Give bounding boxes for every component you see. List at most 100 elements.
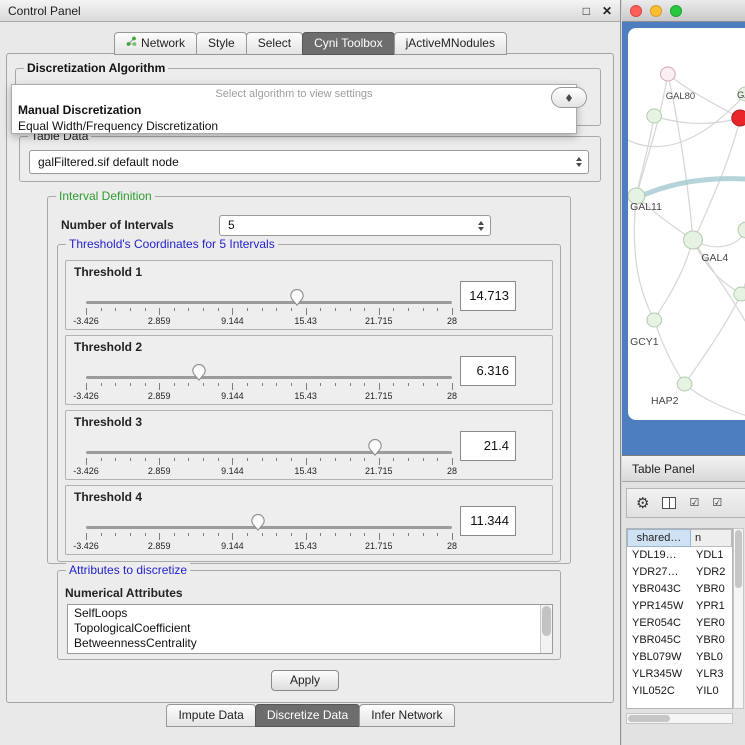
scrollbar-thumb[interactable] <box>542 606 551 636</box>
scale-label: 2.859 <box>148 391 171 401</box>
cell-name[interactable]: YBL0 <box>691 649 732 666</box>
network-canvas[interactable]: GAL80GAGAL11GAL4GCY1HAP2H <box>628 28 745 420</box>
cell-shared-name[interactable]: YIL052C <box>627 683 691 700</box>
threshold-2-value-field[interactable]: 6.316 <box>460 356 516 386</box>
table-horizontal-scrollbar[interactable] <box>626 713 733 724</box>
tab-network[interactable]: Network <box>114 32 197 55</box>
slider-thumb[interactable] <box>368 439 382 456</box>
threshold-2-slider[interactable]: -3.4262.8599.14415.4321.71528 <box>86 336 452 404</box>
slider-thumb[interactable] <box>192 364 206 381</box>
network-edge <box>741 230 745 294</box>
float-window-icon[interactable]: □ <box>583 4 590 18</box>
scrollbar-thumb[interactable] <box>735 530 742 588</box>
cell-shared-name[interactable]: YBL079W <box>627 649 691 666</box>
network-node[interactable] <box>734 287 745 301</box>
close-traffic-light-icon[interactable] <box>630 5 642 17</box>
network-node[interactable] <box>738 222 745 238</box>
gear-icon[interactable]: ⚙ <box>636 496 649 511</box>
table-data-combobox[interactable]: galFiltered.sif default node <box>29 150 589 174</box>
number-of-intervals-combobox[interactable]: 5 <box>219 215 491 236</box>
tab-impute-data[interactable]: Impute Data <box>166 704 255 727</box>
threshold-1-slider[interactable]: -3.4262.8599.14415.4321.71528 <box>86 261 452 329</box>
tab-style[interactable]: Style <box>196 32 247 55</box>
node-label: GA <box>737 90 745 100</box>
slider-track[interactable] <box>86 301 452 304</box>
algorithm-combobox[interactable] <box>551 87 587 108</box>
network-node[interactable] <box>677 377 692 391</box>
algorithm-dropdown-popup: Select algorithm to view settings Manual… <box>11 84 577 134</box>
network-edge <box>654 320 684 384</box>
cell-name[interactable]: YDL1 <box>691 547 732 564</box>
tab-select[interactable]: Select <box>246 32 303 55</box>
table-row[interactable]: YER054CYER0 <box>627 615 732 632</box>
table-vertical-scrollbar[interactable] <box>733 528 744 709</box>
table-row[interactable]: YIL052CYIL0 <box>627 683 732 700</box>
select-all-checkbox-icon[interactable]: ☑ <box>689 498 699 509</box>
network-node[interactable] <box>661 67 676 81</box>
network-node[interactable] <box>647 313 662 327</box>
dropdown-option-equal-width-frequency[interactable]: Equal Width/Frequency Discretization <box>12 118 576 134</box>
combo-stepper[interactable] <box>573 151 585 173</box>
close-icon[interactable]: ✕ <box>602 4 612 18</box>
slider-thumb[interactable] <box>251 514 265 531</box>
column-header-name[interactable]: n <box>691 529 732 547</box>
apply-button[interactable]: Apply <box>271 670 339 691</box>
slider-track[interactable] <box>86 451 452 454</box>
network-edge <box>636 116 654 196</box>
table-row[interactable]: YDL19…YDL1 <box>627 547 732 564</box>
slider-track[interactable] <box>86 526 452 529</box>
slider-ticks <box>86 533 452 540</box>
scrollbar-thumb[interactable] <box>628 715 670 722</box>
dropdown-option-manual-discretization[interactable]: Manual Discretization <box>12 102 576 118</box>
table-row[interactable]: YBR045CYBR0 <box>627 632 732 649</box>
table-row[interactable]: YDR27…YDR2 <box>627 564 732 581</box>
minimize-traffic-light-icon[interactable] <box>650 5 662 17</box>
table-row[interactable]: YBL079WYBL0 <box>627 649 732 666</box>
list-item[interactable]: TopologicalCoefficient <box>68 621 539 636</box>
cell-shared-name[interactable]: YBR043C <box>627 581 691 598</box>
tab-discretize-data[interactable]: Discretize Data <box>255 704 360 727</box>
network-node[interactable] <box>647 109 662 123</box>
slider-track[interactable] <box>86 376 452 379</box>
column-header-shared[interactable]: shared… <box>627 529 691 547</box>
network-graph[interactable]: GAL80GAGAL11GAL4GCY1HAP2H <box>628 28 745 420</box>
cell-name[interactable]: YLR3 <box>691 666 732 683</box>
cell-shared-name[interactable]: YPR145W <box>627 598 691 615</box>
cell-name[interactable]: YIL0 <box>691 683 732 700</box>
threshold-3-value-field[interactable]: 21.4 <box>460 431 516 461</box>
top-tab-bar: Network Style Select Cyni Toolbox jActiv… <box>0 32 620 55</box>
cell-shared-name[interactable]: YBR045C <box>627 632 691 649</box>
show-columns-icon[interactable] <box>662 497 676 509</box>
cell-shared-name[interactable]: YER054C <box>627 615 691 632</box>
list-item[interactable]: BetweennessCentrality <box>68 636 539 651</box>
deselect-all-checkbox-icon[interactable]: ☑ <box>712 498 722 509</box>
cell-shared-name[interactable]: YDR27… <box>627 564 691 581</box>
numerical-attributes-list[interactable]: SelfLoopsTopologicalCoefficientBetweenne… <box>67 604 553 654</box>
threshold-3-slider[interactable]: -3.4262.8599.14415.4321.71528 <box>86 411 452 479</box>
tab-cyni-toolbox[interactable]: Cyni Toolbox <box>302 32 394 55</box>
slider-thumb[interactable] <box>290 289 304 306</box>
cell-name[interactable]: YBR0 <box>691 581 732 598</box>
cell-name[interactable]: YER0 <box>691 615 732 632</box>
tab-jactivemnodules[interactable]: jActiveMNodules <box>394 32 507 55</box>
table-row[interactable]: YLR345WYLR3 <box>627 666 732 683</box>
screen: Control Panel □ ✕ Network Style Select C… <box>0 0 745 745</box>
table-row[interactable]: YBR043CYBR0 <box>627 581 732 598</box>
table-row[interactable]: YPR145WYPR1 <box>627 598 732 615</box>
cell-name[interactable]: YDR2 <box>691 564 732 581</box>
threshold-4-slider[interactable]: -3.4262.8599.14415.4321.71528 <box>86 486 452 554</box>
cell-shared-name[interactable]: YDL19… <box>627 547 691 564</box>
list-item[interactable]: SelfLoops <box>68 606 539 621</box>
cell-shared-name[interactable]: YLR345W <box>627 666 691 683</box>
combo-stepper[interactable] <box>475 216 487 235</box>
cell-name[interactable]: YBR0 <box>691 632 732 649</box>
threshold-4-value-field[interactable]: 11.344 <box>460 506 516 536</box>
list-scrollbar[interactable] <box>540 605 552 653</box>
network-node[interactable] <box>684 231 703 249</box>
network-node[interactable] <box>732 110 745 126</box>
threshold-1-value-field[interactable]: 14.713 <box>460 281 516 311</box>
cell-name[interactable]: YPR1 <box>691 598 732 615</box>
scale-label: 15.43 <box>294 316 317 326</box>
zoom-traffic-light-icon[interactable] <box>670 5 682 17</box>
tab-infer-network[interactable]: Infer Network <box>359 704 454 727</box>
